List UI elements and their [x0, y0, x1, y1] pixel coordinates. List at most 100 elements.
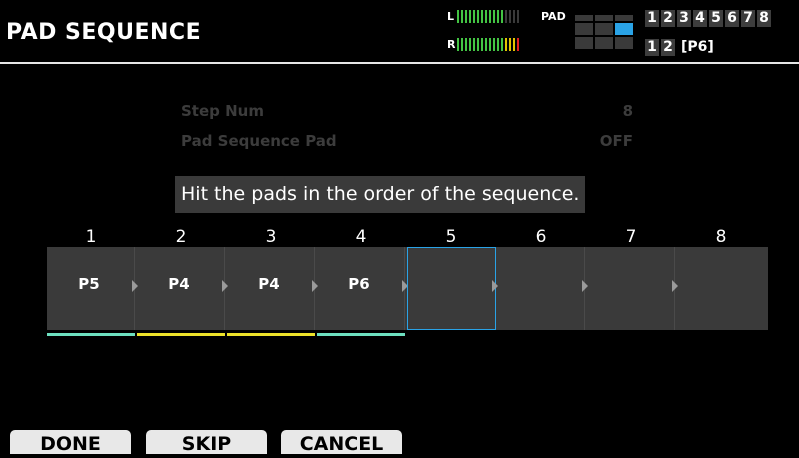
- pad-indicator-cell: [595, 23, 613, 35]
- step-color-bar: [227, 333, 315, 336]
- meter-segment: [489, 38, 491, 51]
- meter-segment: [501, 10, 503, 23]
- meter-segment: [501, 38, 503, 51]
- current-pad-tag: [P6]: [681, 39, 714, 55]
- step-color-bar: [317, 333, 405, 336]
- step-color-bar: [407, 333, 495, 336]
- step-number: 8: [715, 227, 727, 247]
- step-number: 4: [355, 227, 367, 247]
- kit-number: 2: [661, 10, 675, 27]
- skip-button[interactable]: SKIP: [146, 430, 267, 455]
- meter-segment: [505, 10, 507, 23]
- meter-segment: [461, 10, 463, 23]
- kit-number: 5: [709, 10, 723, 27]
- pad-indicator-cell: [595, 37, 613, 49]
- step-pad-label: P5: [78, 275, 100, 293]
- meter-l-label: L: [447, 10, 455, 23]
- cancel-button[interactable]: CANCEL: [281, 430, 402, 455]
- meter-segment: [497, 10, 499, 23]
- meter-segment: [517, 10, 519, 23]
- step-number: 5: [445, 227, 457, 247]
- step-number: 3: [265, 227, 277, 247]
- sequence-step[interactable]: P4: [227, 247, 318, 336]
- meter-segment: [493, 10, 495, 23]
- kit-number: 6: [725, 10, 739, 27]
- step-pad-label: P6: [348, 275, 370, 293]
- step-color-bar: [587, 333, 675, 336]
- step-color-bar: [47, 333, 135, 336]
- step-num-value: 8: [622, 102, 633, 120]
- pad-indicator-grid: [575, 9, 633, 51]
- step-number: 6: [535, 227, 547, 247]
- meter-segment: [485, 38, 487, 51]
- meter-segment: [465, 10, 467, 23]
- kit-number: 7: [741, 10, 755, 27]
- pad-sequence-pad-label: Pad Sequence Pad: [181, 132, 337, 150]
- pad-indicator-cell: [615, 15, 633, 21]
- meter-segment: [477, 38, 479, 51]
- meter-segment: [493, 38, 495, 51]
- meter-segment: [477, 10, 479, 23]
- sequence-step-strip: P5 P4 P4 P6: [47, 247, 768, 336]
- kit-number: 4: [693, 10, 707, 27]
- pad-indicator-cell: [595, 15, 613, 21]
- meter-segment: [465, 38, 467, 51]
- meter-segment: [469, 38, 471, 51]
- pad-label: PAD: [541, 10, 566, 23]
- meter-segment: [485, 10, 487, 23]
- sequence-step-selected[interactable]: [407, 247, 498, 330]
- bank-number: 2: [661, 39, 675, 56]
- meter-segment: [461, 38, 463, 51]
- meter-segment: [481, 10, 483, 23]
- meter-segment: [481, 38, 483, 51]
- meter-segment: [513, 10, 515, 23]
- meter-segment: [509, 10, 511, 23]
- meter-segment: [457, 10, 459, 23]
- step-color-bar: [677, 333, 765, 336]
- meter-r-label: R: [447, 38, 456, 51]
- done-button[interactable]: DONE: [10, 430, 131, 455]
- sequence-step[interactable]: P4: [137, 247, 228, 336]
- step-color-bar: [137, 333, 225, 336]
- pad-indicator-cell: [575, 23, 593, 35]
- selection-cursor: [407, 247, 496, 330]
- step-pad-label: P4: [168, 275, 190, 293]
- sequence-step[interactable]: [677, 247, 767, 330]
- pad-sequence-pad-value: OFF: [599, 132, 633, 150]
- page-title: PAD SEQUENCE: [6, 20, 202, 45]
- step-num-label: Step Num: [181, 102, 264, 120]
- meter-segment: [509, 38, 511, 51]
- kit-number: 8: [757, 10, 771, 27]
- step-color-bar: [497, 333, 585, 336]
- pad-indicator-cell-active: [615, 23, 633, 35]
- step-number: 2: [175, 227, 187, 247]
- step-number: 1: [85, 227, 97, 247]
- step-number: 7: [625, 227, 637, 247]
- header-divider: [0, 62, 799, 64]
- meter-segment: [457, 38, 459, 51]
- pad-indicator-cell: [575, 15, 593, 21]
- meter-segment: [505, 38, 507, 51]
- sequence-step[interactable]: P5: [47, 247, 138, 336]
- meter-segment: [469, 10, 471, 23]
- meter-segment: [489, 10, 491, 23]
- sequence-step[interactable]: P6: [317, 247, 408, 336]
- bank-number-row: 1 2 [P6]: [645, 39, 714, 56]
- level-meter-left: [457, 10, 519, 23]
- step-pad-label: P4: [258, 275, 280, 293]
- meter-segment: [473, 10, 475, 23]
- pad-indicator-cell: [575, 37, 593, 49]
- meter-segment: [497, 38, 499, 51]
- meter-segment: [513, 38, 515, 51]
- sequence-step[interactable]: [587, 247, 678, 330]
- header-bar: PAD SEQUENCE L R PAD 1 2 3 4 5 6 7 8 1 2…: [0, 0, 799, 61]
- bank-number: 1: [645, 39, 659, 56]
- pad-indicator-cell: [615, 37, 633, 49]
- meter-segment: [473, 38, 475, 51]
- kit-number: 3: [677, 10, 691, 27]
- sequence-step[interactable]: [497, 247, 588, 330]
- meter-segment: [517, 38, 519, 51]
- level-meter-right: [457, 38, 519, 51]
- kit-number-row: 1 2 3 4 5 6 7 8: [645, 10, 771, 27]
- instruction-message: Hit the pads in the order of the sequenc…: [175, 176, 586, 213]
